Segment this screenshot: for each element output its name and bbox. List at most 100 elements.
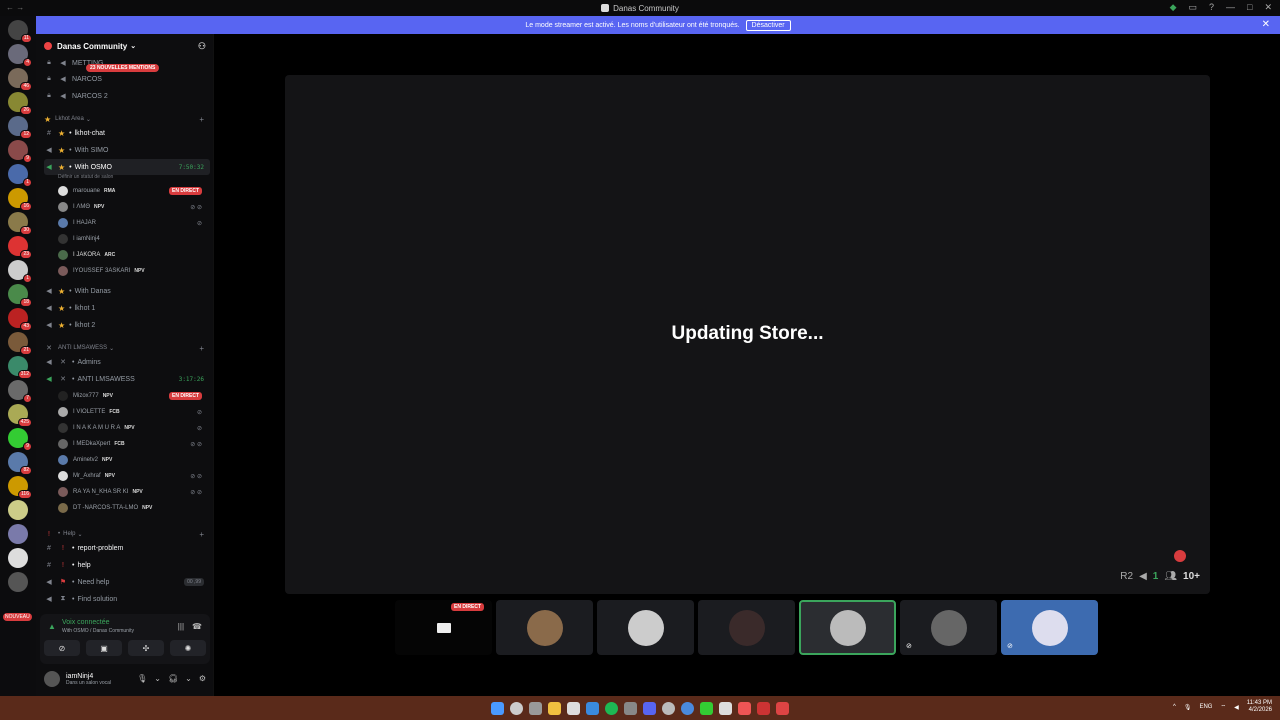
participant-tile[interactable]: ⊘: [900, 600, 997, 655]
channel-lkhot-1[interactable]: ◀ ★ • lkhot 1: [44, 301, 210, 315]
server-icon[interactable]: 18: [8, 284, 32, 307]
share-screen-button[interactable]: ▣: [86, 640, 122, 656]
app-icon[interactable]: [567, 701, 580, 715]
clock[interactable]: 11:43 PM 4/2/2026: [1247, 700, 1272, 714]
microphone-icon[interactable]: 🎙︎: [137, 674, 147, 683]
close-window-icon[interactable]: ✕: [1264, 2, 1272, 13]
search-icon[interactable]: [510, 701, 523, 715]
channel-admins[interactable]: ◀ ✕ • Admins: [44, 355, 210, 369]
voice-member[interactable]: I N A K A M U R A NPV ⊘: [58, 421, 208, 435]
file-explorer-icon[interactable]: [548, 701, 561, 715]
nav-arrows-icon[interactable]: ← →: [6, 3, 24, 12]
participant-tile[interactable]: [698, 600, 795, 655]
add-channel-icon[interactable]: +: [199, 530, 204, 539]
channel-lkhot-chat[interactable]: # ★ • lkhot-chat: [44, 126, 210, 140]
soundboard-button[interactable]: ✺: [170, 640, 206, 656]
guild-header[interactable]: Danas Community ⌄ ⚇: [36, 34, 214, 58]
stream-tile[interactable]: EN DIRECT: [395, 600, 492, 655]
inbox-icon[interactable]: ▭: [1188, 2, 1197, 13]
brave-icon[interactable]: [738, 701, 751, 715]
participant-tile[interactable]: ⊘: [1001, 600, 1098, 655]
channel-lkhot-2[interactable]: ◀ ★ • lkhot 2: [44, 318, 210, 332]
microphone-icon[interactable]: 🎙︎: [1184, 704, 1192, 711]
server-icon[interactable]: [8, 500, 28, 520]
server-icon[interactable]: 9: [8, 428, 32, 451]
category-anti-lmsawess[interactable]: ✕ ANTI LMSAWESS ⌄ +: [44, 341, 210, 355]
server-icon[interactable]: 82: [8, 452, 32, 475]
camera-button[interactable]: ⊘: [44, 640, 80, 656]
volume-icon[interactable]: ◀: [1234, 704, 1239, 711]
channel-need-help[interactable]: ◀ ⚑ • Need help 00 ,99: [44, 575, 210, 589]
voice-member[interactable]: Mr_Axhraf NPV ⊘ ⊘: [58, 469, 208, 483]
chevron-up-icon[interactable]: ^: [1173, 704, 1176, 710]
channel-with-danas[interactable]: ◀ ★ • With Danas: [44, 284, 210, 298]
voice-member[interactable]: marouane RMA EN DIRECT: [58, 184, 208, 198]
add-channel-icon[interactable]: +: [199, 344, 204, 353]
maximize-icon[interactable]: □: [1247, 2, 1252, 13]
server-icon[interactable]: [8, 572, 28, 592]
app-icon[interactable]: [624, 701, 637, 715]
server-icon[interactable]: 312: [8, 356, 32, 379]
start-icon[interactable]: [491, 701, 504, 715]
server-icon[interactable]: 1: [8, 164, 32, 187]
channel-narcos[interactable]: 🔒︎ ◀ NARCOS: [44, 72, 210, 86]
nitro-icon[interactable]: ◆: [1170, 2, 1177, 13]
headphones-icon[interactable]: 🎧︎: [168, 674, 178, 683]
language-indicator[interactable]: ENG: [1199, 704, 1212, 710]
wifi-icon[interactable]: ⌔: [1220, 703, 1226, 711]
gear-icon[interactable]: ⚙: [199, 674, 206, 683]
invite-user-icon[interactable]: ⚇: [198, 41, 206, 52]
server-icon[interactable]: 9: [8, 140, 32, 163]
voice-member[interactable]: I ΛΜΘ NPV ⊘ ⊘: [58, 200, 208, 214]
stream-view[interactable]: Updating Store... R2 ◀ 1 👥︎ 10+: [285, 75, 1210, 594]
app-icon[interactable]: [776, 701, 789, 715]
chevron-down-icon[interactable]: ⌄: [185, 674, 192, 683]
channel-find-solution[interactable]: ◀ ⧗ • Find solution: [44, 592, 210, 606]
add-channel-icon[interactable]: +: [199, 115, 204, 124]
channel-with-simo[interactable]: ◀ ★ • With SIMO: [44, 143, 210, 157]
channel-narcos-2[interactable]: 🔒︎ ◀ NARCOS 2: [44, 89, 210, 103]
voice-member[interactable]: I MEDkaXpert FCB ⊘ ⊘: [58, 437, 208, 451]
discord-icon[interactable]: [643, 701, 656, 715]
help-icon[interactable]: ?: [1209, 2, 1214, 13]
avatar[interactable]: [44, 671, 60, 687]
voice-location[interactable]: With OSMO / Danas Community: [62, 628, 134, 634]
app-icon[interactable]: [662, 701, 675, 715]
app-icon[interactable]: [700, 701, 713, 715]
activities-button[interactable]: ✣: [128, 640, 164, 656]
chrome-icon[interactable]: [681, 701, 694, 715]
noise-suppression-icon[interactable]: |||: [178, 622, 184, 631]
server-icon[interactable]: 116: [8, 476, 32, 499]
channel-help[interactable]: #! • help: [44, 558, 210, 572]
server-icon[interactable]: [8, 548, 28, 568]
channel-report-problem[interactable]: #! • report-problem: [44, 541, 210, 555]
voice-member[interactable]: I iamNinj4: [58, 232, 208, 246]
server-icon[interactable]: 26: [8, 92, 32, 115]
close-icon[interactable]: ✕: [1262, 19, 1270, 30]
server-icon[interactable]: 7: [8, 380, 32, 403]
set-channel-status[interactable]: Définir un statut de salon: [58, 174, 113, 180]
app-icon[interactable]: [719, 701, 732, 715]
voice-member[interactable]: I JAKORA ARC: [58, 248, 208, 262]
volume-icon[interactable]: ◀: [1139, 571, 1147, 582]
server-icon[interactable]: 30: [8, 212, 32, 235]
category-help[interactable]: ! • Help ⌄ +: [44, 527, 210, 541]
participant-tile[interactable]: [799, 600, 896, 655]
server-icon[interactable]: 4: [8, 44, 32, 67]
app-icon[interactable]: [757, 701, 770, 715]
voice-status[interactable]: Voix connectée: [62, 619, 109, 626]
server-icon[interactable]: 12: [8, 116, 32, 139]
server-icon[interactable]: 43: [8, 308, 32, 331]
minimize-icon[interactable]: —: [1226, 2, 1235, 13]
app-icon[interactable]: [586, 701, 599, 715]
new-mentions-pill[interactable]: 23 NOUVELLES MENTIONS: [86, 64, 160, 72]
new-servers-badge[interactable]: NOUVEAU: [3, 613, 32, 621]
username[interactable]: iamNinj4: [66, 673, 111, 680]
disconnect-icon[interactable]: ☎: [192, 622, 202, 631]
channel-anti-lmsawess[interactable]: ◀ ✕ • ANTI LMSAWESS 3:17:26: [44, 372, 210, 386]
chevron-down-icon[interactable]: ⌄: [154, 674, 161, 683]
participant-tile[interactable]: [597, 600, 694, 655]
voice-member[interactable]: Aminetv2 NPV: [58, 453, 208, 467]
task-view-icon[interactable]: [529, 701, 542, 715]
server-icon[interactable]: 23: [8, 236, 32, 259]
